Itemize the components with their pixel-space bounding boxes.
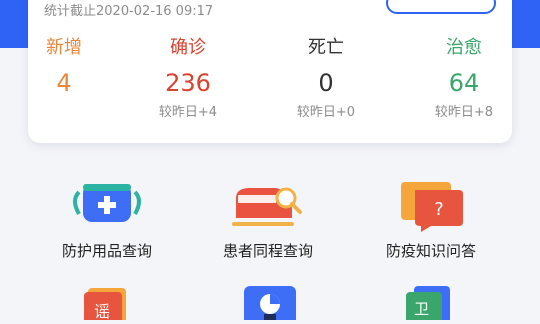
service-label: 防疫知识问答 <box>385 242 476 260</box>
stat-recovered: 治愈 64 较昨日+8 <box>414 36 514 122</box>
stat-delta: 较昨日+4 <box>158 105 218 120</box>
stat-value: 0 <box>318 69 334 97</box>
stat-value: 236 <box>165 69 211 97</box>
service-label: 防护用品查询 <box>61 242 152 260</box>
health-document-glyph: 卫 <box>414 300 430 318</box>
service-protective-supplies[interactable]: 防护用品查询 <box>37 178 177 261</box>
stat-confirmed: 确诊 236 较昨日+4 <box>138 36 238 122</box>
stat-deaths: 死亡 0 较昨日+0 <box>276 36 376 122</box>
service-label: 患者同程查询 <box>222 242 313 260</box>
stat-delta: 较昨日+0 <box>296 105 356 120</box>
updated-timestamp: 统计截止2020-02-16 09:17 <box>44 4 214 19</box>
stat-label: 确诊 <box>170 37 206 58</box>
stat-label: 治愈 <box>446 37 482 58</box>
stat-delta: 较昨日+8 <box>434 105 494 120</box>
rumor-book-icon[interactable]: 谣 <box>80 288 134 324</box>
rumor-book-glyph: 谣 <box>94 302 111 321</box>
stat-label: 新增 <box>46 37 82 58</box>
health-document-icon[interactable]: 卫 <box>400 286 456 324</box>
chart-report-icon[interactable] <box>240 286 300 324</box>
svg-text:?: ? <box>434 199 444 220</box>
question-bubble-icon: ? <box>391 178 471 232</box>
train-search-icon <box>228 178 308 232</box>
stats-card: 统计截止2020-02-16 09:17 新增 4 确诊 236 较昨日+4 死… <box>28 0 512 143</box>
mask-icon <box>67 178 147 232</box>
stat-new: 新增 4 <box>14 36 114 104</box>
service-epidemic-qa[interactable]: ? 防疫知识问答 <box>361 178 501 261</box>
service-patient-travel[interactable]: 患者同程查询 <box>198 178 338 261</box>
stat-value: 4 <box>56 69 72 97</box>
details-button[interactable] <box>386 0 496 14</box>
stat-label: 死亡 <box>308 37 344 58</box>
stat-value: 64 <box>448 69 480 97</box>
